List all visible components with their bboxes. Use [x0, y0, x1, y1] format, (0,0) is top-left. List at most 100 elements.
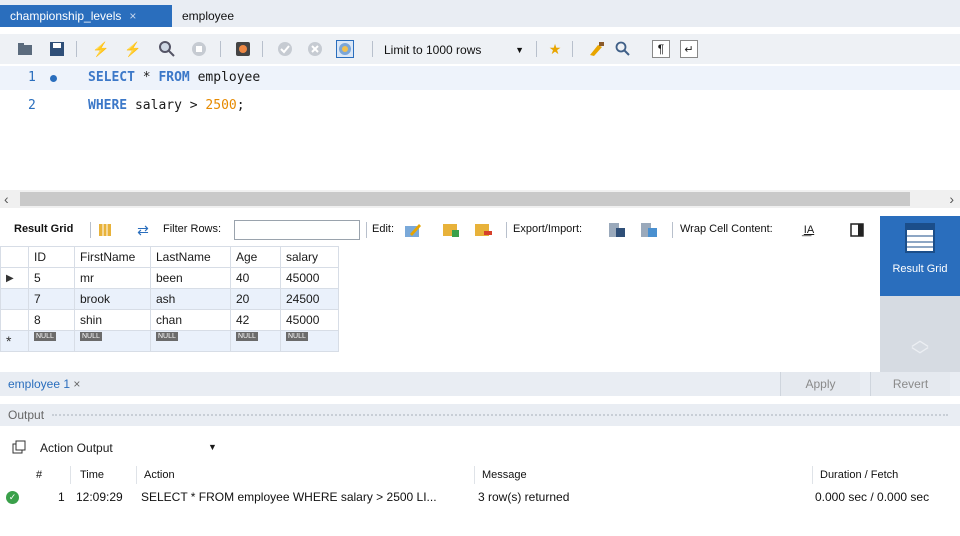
- keyword: SELECT: [88, 70, 135, 85]
- rollback-icon[interactable]: [306, 40, 324, 58]
- table-cell[interactable]: 20: [230, 288, 281, 310]
- table-cell[interactable]: NULL: [280, 330, 339, 352]
- table-cell[interactable]: NULL: [150, 330, 231, 352]
- new-row[interactable]: * NULL NULL NULL NULL NULL: [0, 330, 339, 352]
- edit-row-icon[interactable]: [404, 221, 422, 239]
- row-pointer-icon: ▶: [0, 267, 29, 289]
- scroll-left-icon[interactable]: ‹: [4, 191, 9, 207]
- magnify-explain-icon[interactable]: [158, 40, 176, 58]
- copy-icon[interactable]: [12, 440, 26, 457]
- column-header[interactable]: Age: [230, 246, 281, 268]
- result-grid-side-button[interactable]: Result Grid: [880, 216, 960, 296]
- table-cell[interactable]: 42: [230, 309, 281, 331]
- table-cell[interactable]: NULL: [28, 330, 75, 352]
- revert-button[interactable]: Revert: [870, 372, 950, 396]
- table-row[interactable]: 7 brook ash 20 24500: [0, 288, 339, 310]
- output-table-header: # Time Action Message Duration / Fetch: [0, 464, 960, 486]
- table-cell[interactable]: brook: [74, 288, 151, 310]
- action-output-select[interactable]: Action Output ▼: [40, 441, 220, 455]
- table-cell[interactable]: been: [150, 267, 231, 289]
- table-cell[interactable]: NULL: [230, 330, 281, 352]
- editor-line: 2 WHERE salary > 2500;: [0, 94, 960, 118]
- table-cell[interactable]: 8: [28, 309, 75, 331]
- column-header[interactable]: salary: [280, 246, 339, 268]
- edit-label: Edit:: [372, 223, 395, 235]
- stop-on-error-icon[interactable]: [234, 40, 252, 58]
- filter-rows-input[interactable]: [234, 220, 360, 240]
- apply-button[interactable]: Apply: [780, 372, 860, 396]
- folder-icon[interactable]: [16, 40, 34, 58]
- toolbar-separator: [672, 222, 673, 238]
- column-header[interactable]: ID: [28, 246, 75, 268]
- table-row[interactable]: 8 shin chan 42 45000: [0, 309, 339, 331]
- line-number: 1: [28, 70, 36, 85]
- output-row[interactable]: ✓ 1 12:09:29 SELECT * FROM employee WHER…: [0, 486, 960, 508]
- delete-row-icon[interactable]: [474, 221, 492, 239]
- col-time[interactable]: Time: [80, 469, 104, 481]
- table-cell[interactable]: chan: [150, 309, 231, 331]
- commit-icon[interactable]: [276, 40, 294, 58]
- editor-hscrollbar[interactable]: ‹ ›: [0, 190, 960, 208]
- stop-icon[interactable]: [190, 40, 208, 58]
- lightning-cursor-icon[interactable]: ⚡: [124, 40, 142, 58]
- col-message[interactable]: Message: [482, 469, 527, 481]
- toolbar-separator: [536, 41, 537, 57]
- table-cell[interactable]: 40: [230, 267, 281, 289]
- table-cell[interactable]: shin: [74, 309, 151, 331]
- chevron-down-icon[interactable]: ﹀: [880, 342, 960, 368]
- col-num[interactable]: #: [36, 469, 42, 481]
- tab-label: championship_levels: [10, 9, 122, 23]
- scroll-right-icon[interactable]: ›: [949, 191, 954, 207]
- col-action[interactable]: Action: [144, 469, 175, 481]
- scrollbar-thumb[interactable]: [20, 192, 910, 206]
- column-header[interactable]: LastName: [150, 246, 231, 268]
- wrap-cell-icon[interactable]: I͟A: [800, 221, 818, 239]
- table-cell[interactable]: NULL: [74, 330, 151, 352]
- tab-employee[interactable]: employee: [172, 5, 244, 27]
- table-cell[interactable]: 5: [28, 267, 75, 289]
- table-cell[interactable]: 7: [28, 288, 75, 310]
- null-badge: NULL: [236, 332, 258, 341]
- lightning-icon[interactable]: ⚡: [92, 40, 110, 58]
- column-header[interactable]: FirstName: [74, 246, 151, 268]
- table-cell[interactable]: 45000: [280, 267, 339, 289]
- bookmark-star-icon[interactable]: ★: [546, 40, 564, 58]
- table-cell[interactable]: 45000: [280, 309, 339, 331]
- table-cell[interactable]: ash: [150, 288, 231, 310]
- output-time: 12:09:29: [76, 490, 123, 504]
- search-icon[interactable]: [614, 40, 632, 58]
- result-grid-label[interactable]: Result Grid: [14, 223, 73, 235]
- autocommit-icon[interactable]: [336, 40, 354, 58]
- brush-icon[interactable]: [588, 40, 606, 58]
- col-duration[interactable]: Duration / Fetch: [820, 469, 898, 481]
- result-tab-employee-1[interactable]: employee 1 ×: [8, 377, 80, 391]
- panel-toggle-icon[interactable]: [848, 221, 866, 239]
- output-title: Output: [8, 408, 45, 422]
- sql-editor[interactable]: 1 SELECT * FROM employee 2 WHERE salary …: [0, 64, 960, 188]
- save-icon[interactable]: [48, 40, 66, 58]
- close-icon[interactable]: ×: [73, 377, 80, 391]
- line-number: 2: [28, 98, 36, 113]
- close-icon[interactable]: ×: [129, 9, 136, 23]
- add-row-icon[interactable]: [442, 221, 460, 239]
- table-cell[interactable]: 24500: [280, 288, 339, 310]
- toolbar-separator: [76, 41, 77, 57]
- export-icon[interactable]: [608, 221, 626, 239]
- wrap-icon[interactable]: ↵: [680, 40, 698, 58]
- output-selector-row: Action Output ▼: [0, 436, 960, 460]
- table-cell[interactable]: mr: [74, 267, 151, 289]
- limit-rows-select[interactable]: Limit to 1000 rows ▼: [384, 40, 534, 60]
- limit-rows-label: Limit to 1000 rows: [384, 43, 482, 57]
- grid-layout-icon[interactable]: [96, 221, 114, 239]
- output-panel-header: Output: [0, 404, 960, 426]
- toolbar-separator: [220, 41, 221, 57]
- divider: [136, 466, 137, 484]
- divider: [812, 466, 813, 484]
- new-row-marker-icon: *: [0, 330, 29, 352]
- invisible-chars-icon[interactable]: ¶: [652, 40, 670, 58]
- table-row[interactable]: ▶ 5 mr been 40 45000: [0, 267, 339, 289]
- import-icon[interactable]: [640, 221, 658, 239]
- refresh-icon[interactable]: ⇄: [134, 221, 152, 239]
- code-text: WHERE salary > 2500;: [88, 94, 245, 118]
- tab-championship-levels[interactable]: championship_levels ×: [0, 5, 172, 27]
